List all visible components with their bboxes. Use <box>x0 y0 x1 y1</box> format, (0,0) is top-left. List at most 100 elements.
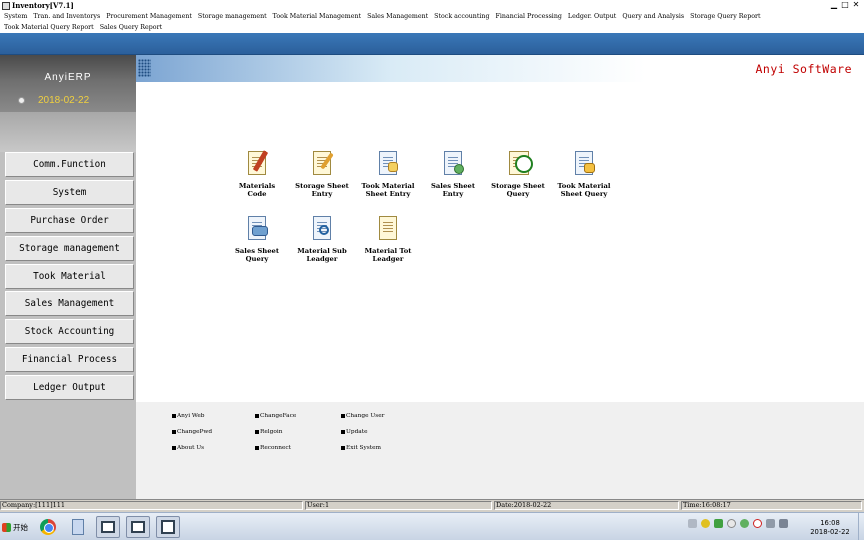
menu-item-9[interactable]: Query and Analysis <box>622 13 684 20</box>
link-about-us[interactable]: About Us <box>172 445 204 451</box>
launcher-storage-sheet-query[interactable]: Storage Sheet Query <box>483 150 553 198</box>
launcher-sales-sheet-query[interactable]: Sales Sheet Query <box>222 215 292 263</box>
status-user: User:1 <box>305 501 492 510</box>
show-desktop-button[interactable] <box>858 513 864 540</box>
tray-refresh-icon[interactable] <box>714 519 723 528</box>
sidebar-item-financial-process[interactable]: Financial Process <box>5 347 134 373</box>
taskbar: 开始 16:08 2018-02-22 <box>0 512 864 540</box>
link-exit-system[interactable]: Exit System <box>341 445 381 451</box>
launcher-storage-sheet-entry[interactable]: Storage Sheet Entry <box>287 150 357 198</box>
menu-bar-row-2: Took Material Query Report Sales Query Re… <box>0 22 864 33</box>
clock-icon <box>18 97 25 104</box>
maximize-icon[interactable]: □ <box>841 0 849 9</box>
calculator-icon <box>72 519 84 535</box>
sidebar-item-stock-accounting[interactable]: Stock Accounting <box>5 319 134 345</box>
link-relogin[interactable]: Relgoin <box>255 429 282 435</box>
materials-code-icon <box>242 150 272 180</box>
menu-item-row2-1[interactable]: Sales Query Report <box>100 24 162 31</box>
sales-query-icon <box>242 215 272 245</box>
start-button[interactable]: 开始 <box>2 518 28 536</box>
sidebar-brand: AnyiERP 2018-02-22 <box>0 55 136 112</box>
launcher-took-material-query[interactable]: Took Material Sheet Query <box>549 150 619 198</box>
menu-item-row2-0[interactable]: Took Material Query Report <box>4 24 94 31</box>
sidebar-item-comm-function[interactable]: Comm.Function <box>5 152 134 177</box>
launcher-material-sub-ledger[interactable]: Material Sub Leadger <box>287 215 357 263</box>
system-tray <box>688 519 788 528</box>
menu-item-1[interactable]: Tran. and Inventorys <box>33 13 100 20</box>
status-time: Time:16:08:17 <box>681 501 862 510</box>
menu-item-5[interactable]: Sales Management <box>367 13 428 20</box>
taskbar-app-2[interactable] <box>126 516 150 538</box>
sidebar-nav: Comm.Function System Purchase Order Storage… <box>5 152 134 403</box>
link-anyi-web[interactable]: Anyi Web <box>172 413 205 419</box>
sidebar: AnyiERP 2018-02-22 Comm.Function System Pu… <box>0 55 136 499</box>
menu-item-0[interactable]: System <box>4 13 27 20</box>
status-bar: Company:[111]111 User:1 Date:2018-02-22 … <box>0 499 864 510</box>
sidebar-item-purchase-order[interactable]: Purchase Order <box>5 207 134 233</box>
tray-sync-icon[interactable] <box>740 519 749 528</box>
chrome-icon <box>40 519 56 535</box>
taskbar-calculator[interactable] <box>66 516 90 538</box>
app-icon <box>2 1 10 10</box>
launcher-sales-sheet-entry[interactable]: Sales Sheet Entry <box>418 150 488 198</box>
link-change-user[interactable]: Change User <box>341 413 384 419</box>
window-title: Inventory[V7.1] <box>12 1 74 10</box>
sidebar-spacer <box>0 112 136 152</box>
tray-network-icon[interactable] <box>766 519 775 528</box>
link-change-face[interactable]: ChangeFace <box>255 413 296 419</box>
tray-security-icon[interactable] <box>701 519 710 528</box>
taskbar-app-1[interactable] <box>96 516 120 538</box>
chart-app-icon <box>131 521 145 533</box>
tray-bulb-icon[interactable] <box>727 519 736 528</box>
taskbar-app-3[interactable] <box>156 516 180 538</box>
window-controls: ▁ □ ✕ <box>830 0 860 9</box>
sidebar-item-system[interactable]: System <box>5 179 134 205</box>
sidebar-item-took-material[interactable]: Took Material <box>5 263 134 289</box>
launcher-materials-code[interactable]: Materials Code <box>222 150 292 198</box>
sidebar-item-ledger-output[interactable]: Ledger Output <box>5 375 134 401</box>
window-app-icon <box>101 521 115 533</box>
menu-item-7[interactable]: Financial Processing <box>496 13 562 20</box>
menu-item-4[interactable]: Took Material Management <box>273 13 361 20</box>
menu-item-10[interactable]: Storage Query Report <box>690 13 761 20</box>
sales-entry-icon <box>438 150 468 180</box>
link-reconnect[interactable]: Reconnect <box>255 445 291 451</box>
brand-name: AnyiERP <box>44 72 92 83</box>
erp-app-icon <box>161 520 175 534</box>
sidebar-item-storage-management[interactable]: Storage management <box>5 235 134 261</box>
sidebar-date: 2018-02-22 <box>38 95 90 106</box>
dot-pattern-icon <box>138 59 151 77</box>
minimize-icon[interactable]: ▁ <box>830 0 838 9</box>
tray-blocked-icon[interactable] <box>753 519 762 528</box>
menu-item-8[interactable]: Ledger. Output <box>568 13 616 20</box>
storage-entry-icon <box>307 150 337 180</box>
quick-links-panel: Anyi Web ChangeFace Change User ChangePw… <box>136 402 864 499</box>
menu-item-2[interactable]: Procurement Management <box>106 13 192 20</box>
menu-item-3[interactable]: Storage management <box>198 13 267 20</box>
menu-bar: System Tran. and Inventorys Procurement Ma… <box>0 11 864 22</box>
tray-printer-icon[interactable] <box>688 519 697 528</box>
took-material-entry-icon <box>373 150 403 180</box>
status-company: Company:[111]111 <box>0 501 303 510</box>
launcher-material-total-ledger[interactable]: Material Tot Leadger <box>353 215 423 263</box>
launcher-took-material-entry[interactable]: Took Material Sheet Entry <box>353 150 423 198</box>
material-total-ledger-icon <box>373 215 403 245</box>
toolbar-band <box>0 33 864 55</box>
took-material-query-icon <box>569 150 599 180</box>
link-change-password[interactable]: ChangePwd <box>172 429 212 435</box>
vendor-brand: Anyi SoftWare <box>755 62 852 76</box>
menu-item-6[interactable]: Stock accounting <box>434 13 489 20</box>
storage-query-icon <box>503 150 533 180</box>
launcher-area: Materials Code Storage Sheet Entry Took … <box>136 82 864 402</box>
link-update[interactable]: Update <box>341 429 368 435</box>
sidebar-item-sales-management[interactable]: Sales Management <box>5 291 134 317</box>
material-sub-ledger-icon <box>307 215 337 245</box>
status-date: Date:2018-02-22 <box>494 501 679 510</box>
tray-signal-icon[interactable] <box>779 519 788 528</box>
title-bar: Inventory[V7.1] ▁ □ ✕ <box>0 0 864 11</box>
windows-flag-icon <box>2 522 11 532</box>
main-header: Anyi SoftWare <box>136 55 864 82</box>
taskbar-chrome[interactable] <box>36 516 60 538</box>
taskbar-clock[interactable]: 16:08 2018-02-22 <box>806 519 854 537</box>
close-icon[interactable]: ✕ <box>852 0 860 9</box>
